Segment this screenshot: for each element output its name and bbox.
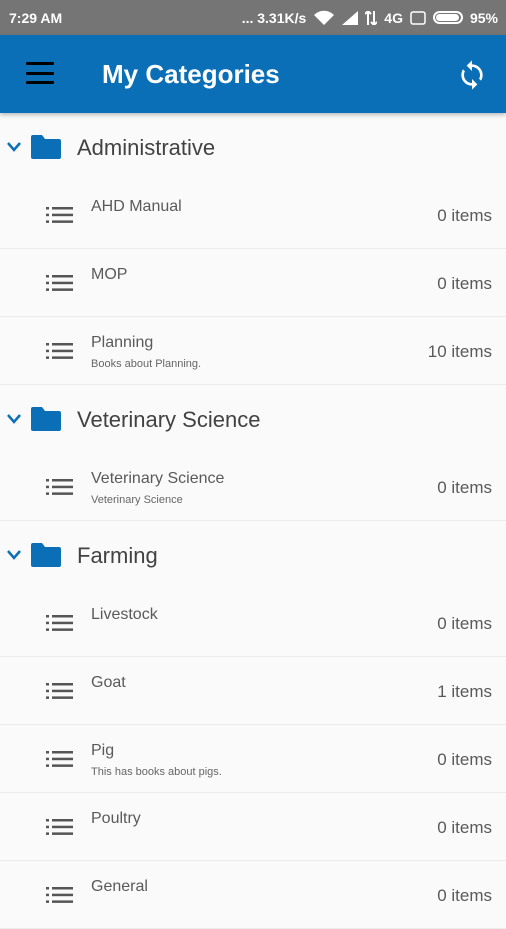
list-item[interactable]: Poultry 0 items bbox=[0, 793, 506, 861]
menu-icon[interactable] bbox=[26, 62, 54, 84]
network-type: 4G bbox=[384, 9, 403, 26]
group-title: Administrative bbox=[77, 135, 216, 160]
item-count: 0 items bbox=[437, 478, 492, 497]
chevron-down-icon[interactable] bbox=[6, 140, 22, 152]
list-item[interactable]: Planning Books about Planning. 10 items bbox=[0, 317, 506, 385]
list-item[interactable]: MOP 0 items bbox=[0, 249, 506, 317]
item-title: Livestock bbox=[91, 606, 158, 623]
item-count: 0 items bbox=[437, 750, 492, 769]
list-icon bbox=[46, 207, 73, 223]
item-title: Poultry bbox=[91, 810, 141, 827]
list-icon bbox=[46, 683, 73, 699]
data-arrows-icon bbox=[365, 10, 378, 25]
battery-icon bbox=[432, 11, 463, 24]
list-item[interactable]: Livestock 0 items bbox=[0, 589, 506, 657]
item-subtitle: Veterinary Science bbox=[91, 494, 183, 506]
list-icon bbox=[46, 887, 73, 903]
list-item[interactable]: General 0 items bbox=[0, 861, 506, 929]
group-header[interactable]: Administrative bbox=[0, 113, 506, 181]
item-subtitle: Books about Planning. bbox=[91, 358, 202, 370]
item-subtitle: This has books about pigs. bbox=[91, 766, 222, 778]
item-count: 0 items bbox=[437, 614, 492, 633]
item-count: 0 items bbox=[437, 818, 492, 837]
list-icon bbox=[46, 615, 73, 631]
list-item[interactable]: Veterinary Science Veterinary Science 0 it… bbox=[0, 453, 506, 521]
volte-icon bbox=[410, 10, 426, 25]
list-icon bbox=[46, 275, 73, 291]
item-title: Goat bbox=[91, 674, 126, 691]
item-count: 1 items bbox=[437, 682, 492, 701]
list-icon bbox=[46, 819, 73, 835]
list-icon bbox=[46, 479, 73, 495]
chevron-down-icon[interactable] bbox=[6, 412, 22, 424]
chevron-down-icon[interactable] bbox=[6, 548, 22, 560]
item-title: Veterinary Science bbox=[91, 470, 225, 487]
group-header[interactable]: Veterinary Science bbox=[0, 385, 506, 453]
item-title: Pig bbox=[91, 742, 115, 759]
item-title: Planning bbox=[91, 334, 154, 351]
status-time: 7:29 AM bbox=[9, 9, 63, 26]
net-speed: ... 3.31K/s bbox=[241, 9, 307, 26]
item-count: 0 items bbox=[437, 886, 492, 905]
status-bar: 7:29 AM ... 3.31K/s 4G 95% bbox=[0, 0, 506, 35]
item-count: 0 items bbox=[437, 206, 492, 225]
group-header[interactable]: Farming bbox=[0, 521, 506, 589]
item-title: AHD Manual bbox=[91, 198, 182, 215]
group-title: Veterinary Science bbox=[77, 407, 261, 432]
folder-icon bbox=[31, 407, 61, 431]
status-icons: ... 3.31K/s 4G 95% bbox=[242, 10, 498, 26]
list-item[interactable]: Pig This has books about pigs. 0 items bbox=[0, 725, 506, 793]
item-count: 0 items bbox=[437, 274, 492, 293]
battery-level: 95% bbox=[469, 9, 498, 26]
signal-icon bbox=[342, 10, 359, 25]
list-item[interactable]: AHD Manual 0 items bbox=[0, 181, 506, 249]
item-title: General bbox=[91, 878, 148, 895]
wifi-icon bbox=[313, 10, 335, 26]
folder-icon bbox=[31, 543, 61, 567]
folder-icon bbox=[31, 135, 61, 159]
group-title: Farming bbox=[77, 543, 158, 568]
list-icon bbox=[46, 751, 73, 767]
sync-icon[interactable] bbox=[456, 59, 488, 91]
app-bar: My Categories bbox=[0, 35, 506, 113]
page-title: My Categories bbox=[102, 59, 280, 89]
list-icon bbox=[46, 343, 73, 359]
item-count: 10 items bbox=[427, 342, 492, 361]
list-item[interactable]: Goat 1 items bbox=[0, 657, 506, 725]
item-title: MOP bbox=[91, 266, 128, 283]
category-list: Administrative AHD Manual 0 items MOP 0 item… bbox=[0, 113, 506, 929]
